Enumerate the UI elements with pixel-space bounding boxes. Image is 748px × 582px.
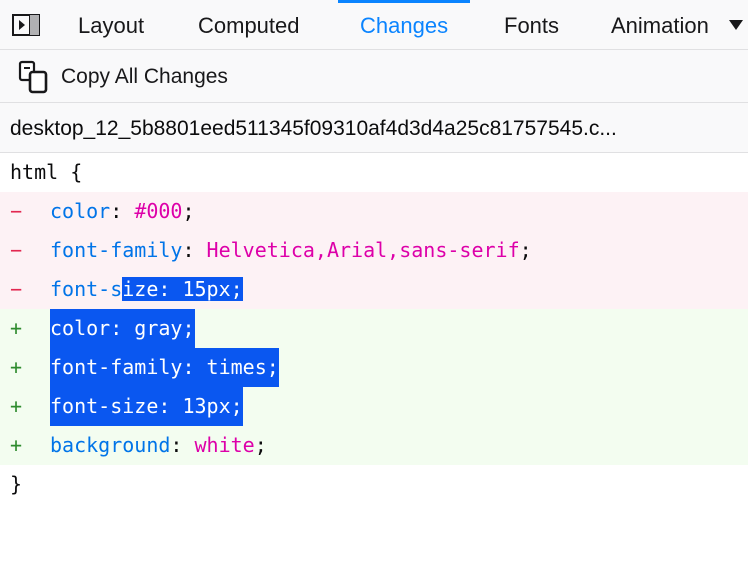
- declaration-text: font-family: Helvetica,Arial,sans-serif;: [50, 231, 532, 270]
- declaration-text-selected: font-size: 13px;: [50, 387, 243, 426]
- copy-all-changes-button[interactable]: Copy All Changes: [61, 50, 228, 104]
- sidebar-toggle-icon[interactable]: [12, 14, 40, 36]
- tab-overflow[interactable]: Animation: [609, 0, 748, 50]
- added-declaration: + color: gray;: [0, 309, 748, 348]
- changes-diff: html { − color: #000; − font-family: Hel…: [0, 153, 748, 504]
- tab-changes[interactable]: Changes: [337, 0, 471, 50]
- colon: :: [182, 238, 195, 262]
- property-value: 15px: [182, 277, 231, 301]
- copy-icon[interactable]: [18, 60, 50, 94]
- stylesheet-source-name[interactable]: desktop_12_5b8801eed511345f09310af4d3d4a…: [10, 103, 740, 155]
- semicolon: ;: [182, 199, 195, 223]
- changes-toolbar: Copy All Changes: [0, 50, 748, 103]
- chevron-down-icon[interactable]: [729, 20, 743, 30]
- added-declaration: + font-size: 13px;: [0, 387, 748, 426]
- removed-declaration: − font-size: 15px;: [0, 270, 748, 309]
- declaration-text: font-size: 15px;: [50, 270, 243, 309]
- property-name: font-s: [50, 277, 123, 301]
- sidebar-tab-bar: Layout Computed Changes Fonts Animation: [0, 0, 748, 50]
- rule-selector-line: html {: [0, 153, 748, 192]
- property-name: font-family: [50, 238, 183, 262]
- stylesheet-source-header[interactable]: desktop_12_5b8801eed511345f09310af4d3d4a…: [0, 103, 748, 153]
- semicolon: ;: [519, 238, 532, 262]
- property-value: #000: [134, 199, 183, 223]
- declaration-text: background: white;: [50, 426, 267, 465]
- removed-declaration: − font-family: Helvetica,Arial,sans-seri…: [0, 231, 748, 270]
- added-declaration: + font-family: times;: [0, 348, 748, 387]
- property-name-selected: ize: [122, 277, 159, 301]
- removed-marker: −: [10, 238, 23, 262]
- rule-closing-line: }: [0, 465, 748, 504]
- added-marker: +: [10, 394, 23, 418]
- tab-layout[interactable]: Layout: [78, 0, 144, 50]
- added-declaration: + background: white;: [0, 426, 748, 465]
- property-name: color: [50, 199, 111, 223]
- removed-declaration: − color: #000;: [0, 192, 748, 231]
- added-marker: +: [10, 433, 23, 457]
- tab-animation[interactable]: Animation: [611, 0, 709, 50]
- tab-fonts[interactable]: Fonts: [504, 0, 559, 50]
- rule-selector: html {: [10, 160, 83, 184]
- removed-marker: −: [10, 277, 23, 301]
- declaration-text-selected: color: gray;: [50, 309, 195, 348]
- declaration-text: color: #000;: [50, 192, 195, 231]
- property-value: white: [194, 433, 255, 457]
- tab-computed[interactable]: Computed: [198, 0, 300, 50]
- text-selection: ize: 15px;: [122, 277, 243, 301]
- property-name: background: [50, 433, 171, 457]
- added-marker: +: [10, 355, 23, 379]
- colon: :: [110, 199, 123, 223]
- property-value: Helvetica,Arial,sans-serif: [206, 238, 520, 262]
- colon: :: [170, 433, 183, 457]
- colon: :: [158, 277, 171, 301]
- semicolon: ;: [230, 277, 243, 301]
- removed-marker: −: [10, 199, 23, 223]
- semicolon: ;: [254, 433, 267, 457]
- rule-closing-brace: }: [10, 472, 23, 496]
- added-marker: +: [10, 316, 23, 340]
- declaration-text-selected: font-family: times;: [50, 348, 279, 387]
